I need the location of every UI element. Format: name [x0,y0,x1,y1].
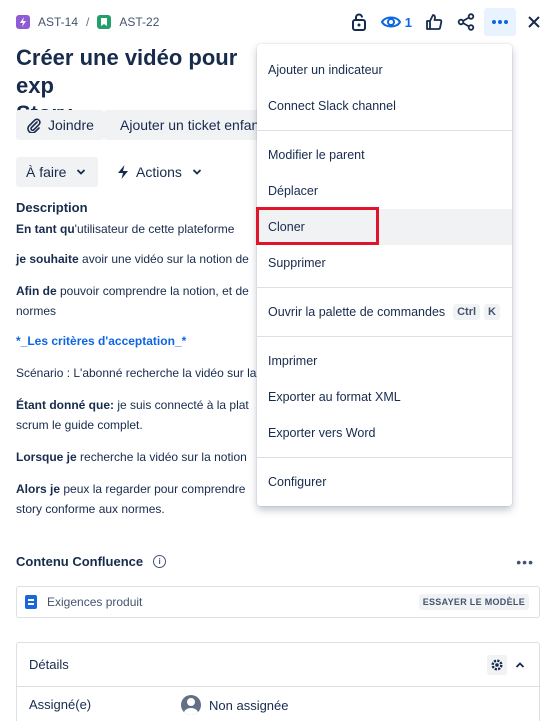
eye-icon [380,16,401,28]
chevron-up-icon[interactable] [515,661,525,669]
description-text: Scénario : L'abonné recherche la vidéo s… [16,366,257,380]
description-text: story conforme aux normes. [16,502,165,516]
story-icon [97,15,112,29]
status-label: À faire [26,164,67,180]
header-actions: 1 [341,8,548,36]
description-text: pouvoir comprendre la notion, et de [56,284,249,298]
command-palette-label: Ouvrir la palette de commandes [268,305,446,319]
more-actions-menu: Ajouter un indicateur Connect Slack chan… [257,44,512,506]
description-text: scrum le guide complet. [16,418,143,432]
add-child-button[interactable]: Ajouter un ticket enfan [104,110,264,140]
description-text: normes [16,304,57,318]
breadcrumb-current[interactable]: AST-22 [119,15,159,29]
add-child-label: Ajouter un ticket enfan [120,117,260,133]
assignee-label: Assigné(e) [29,697,92,712]
menu-item-configure[interactable]: Configurer [257,464,512,500]
menu-item-export-word[interactable]: Exporter vers Word [257,415,512,451]
description-bold: Étant donné que: [16,398,114,412]
menu-item-export-xml[interactable]: Exporter au format XML [257,379,512,415]
details-controls [487,655,525,675]
description-bold: En tant qu [16,222,75,236]
paperclip-icon [27,118,41,133]
description-text: recherche la vidéo sur la notion [76,450,247,464]
issue-header: AST-14 / AST-22 1 [16,8,548,36]
close-icon [528,16,540,28]
assignee-value: Non assignée [209,697,289,713]
menu-divider [257,457,512,458]
share-icon [457,13,475,31]
breadcrumb-parent[interactable]: AST-14 [38,15,78,29]
menu-divider [257,336,512,337]
confluence-heading: Contenu Confluence i [16,554,167,569]
clone-highlight-box [256,207,379,245]
menu-item-delete[interactable]: Supprimer [257,245,512,281]
confluence-page-title: Exigences produit [47,595,143,609]
menu-item-print[interactable]: Imprimer [257,343,512,379]
description-text: peux la regarder pour comprendre [60,482,246,496]
description-bold: Lorsque je [16,450,77,464]
description-text: je suis connecté à la plat [114,398,249,412]
kbd-k: K [484,304,500,320]
like-button[interactable] [420,8,448,36]
assignee-field[interactable]: Non assignée [181,695,289,715]
configure-fields-button[interactable] [487,655,507,675]
chevron-down-icon [77,169,86,175]
watch-count: 1 [404,14,412,30]
description-heading: Description [16,200,88,215]
description-bold: Alors je [16,482,61,496]
description-text: avoir une vidéo sur la notion de [78,252,249,266]
epic-icon [16,15,30,29]
menu-item-move[interactable]: Déplacer [257,173,512,209]
share-button[interactable] [452,8,480,36]
confluence-heading-label: Contenu Confluence [16,554,144,569]
menu-divider [257,287,512,288]
avatar [181,695,201,715]
details-heading: Détails [29,657,69,672]
lightning-icon [118,165,128,179]
actions-dropdown[interactable]: Actions [106,157,212,187]
chevron-down-icon [192,169,202,175]
attach-label: Joindre [48,117,94,133]
try-template-button[interactable]: ESSAYER LE MODÈLE [418,594,529,610]
document-icon [25,595,37,609]
lock-button[interactable] [345,8,373,36]
description-text: 'utilisateur de cette plateforme [74,222,235,236]
description-bold: Afin de [16,284,57,298]
more-icon [492,20,508,24]
more-actions-button[interactable] [484,8,516,36]
menu-item-edit-parent[interactable]: Modifier le parent [257,137,512,173]
menu-item-add-flag[interactable]: Ajouter un indicateur [257,52,512,88]
close-button[interactable] [520,8,548,36]
status-dropdown[interactable]: À faire [16,157,98,187]
menu-item-command-palette[interactable]: Ouvrir la palette de commandes Ctrl K [257,294,512,330]
lock-icon [351,13,366,31]
description-bold: je souhaite [16,252,79,266]
attach-button[interactable]: Joindre [16,110,104,140]
watch-button[interactable]: 1 [377,8,416,36]
details-header[interactable]: Détails [17,643,539,687]
confluence-page-card[interactable]: Exigences produit ESSAYER LE MODÈLE [16,586,540,618]
actions-label: Actions [136,164,182,180]
menu-item-connect-slack[interactable]: Connect Slack channel [257,88,512,124]
acceptance-criteria-link[interactable]: *_Les critères d'acceptation_* [16,334,186,348]
info-icon[interactable]: i [153,555,167,568]
thumbs-up-icon [426,14,443,30]
menu-divider [257,130,512,131]
confluence-more-button[interactable]: ••• [516,554,534,570]
kbd-ctrl: Ctrl [453,304,481,320]
keyboard-shortcut: Ctrl K [449,304,500,320]
breadcrumb: AST-14 / AST-22 [16,15,159,29]
gear-icon [491,659,503,671]
breadcrumb-separator: / [86,15,90,29]
details-panel: Détails Assigné(e) Non assignée [16,642,540,721]
